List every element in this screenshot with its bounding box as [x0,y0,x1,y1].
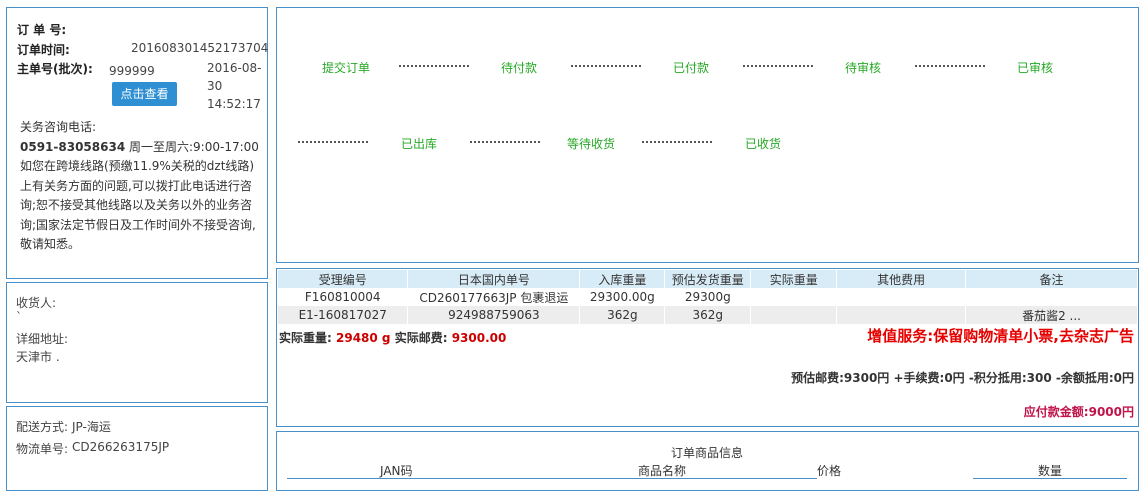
status-connector [743,65,813,67]
table-row: F160810004 CD260177663JP 包裹退运 29300.00g … [278,288,1138,306]
order-date-line3: 14:52:17 [207,97,261,111]
col-header-in-weight: 入库重量 [579,270,666,288]
amount-due-label: 应付款金额: [1023,405,1089,419]
order-status-flow: 提交订单 待付款 已付款 待审核 已审核 已出库 等待收货 已收货 [276,7,1139,263]
table-header-row: 受理编号 日本国内单号 入库重量 预估发货重量 实际重量 其他费用 备注 [278,270,1138,288]
status-step-received: 已收货 [745,137,782,151]
actual-weight-value: 29480 g [336,331,391,345]
shipping-method-value: JP-海运 [72,420,111,434]
order-info-panel: 订 单 号: 订单时间: 201608301452173704 主单号(批次):… [6,7,268,279]
actual-summary: 实际重量: 29480 g 实际邮费: 9300.00 [279,329,506,346]
order-date-line1: 2016-08- [207,61,262,75]
actual-postage-label: 实际邮费: [394,331,448,345]
col-header-remarks: 备注 [965,270,1138,288]
amount-due: 应付款金额:9000円 [1024,403,1134,420]
status-step-pending-review: 待审核 [845,61,882,75]
order-time-label: 订单时间: [17,43,70,57]
cell-remarks: 番茄酱2 ... [965,306,1138,324]
goods-divider [973,478,1127,479]
table-row: E1-160817027 924988759063 362g 362g 番茄酱2… [278,306,1138,324]
consult-hours: 周一至周六:9:00-17:00 [125,139,259,154]
col-header-jp-tracking: 日本国内单号 [407,270,581,288]
master-no-label: 主单号(批次): [17,62,93,76]
status-connector [642,141,712,143]
goods-header-qty: 数量 [1038,464,1063,478]
status-step-paid: 已付款 [673,61,710,75]
col-header-actual-weight: 实际重量 [750,270,838,288]
cell-est-weight: 29300g [664,288,752,306]
shipping-method-label: 配送方式: [16,420,69,434]
customs-consult-info: 关务咨询电话: 0591-83058634 周一至周六:9:00-17:00 如… [20,118,260,255]
goods-title: 订单商品信息 [670,446,743,460]
cell-other-fees [836,306,967,324]
fee-breakdown: 预估邮费:9300円 +手续费:0円 -积分抵用:300 -余额抵用:0円 [791,371,1134,385]
tracking-value: CD266263175JP [72,440,170,454]
actual-postage-value: 9300.00 [451,331,507,345]
tracking-label: 物流单号: [16,442,69,456]
consult-phone-line: 0591-83058634 周一至周六:9:00-17:00 [20,138,260,158]
cell-actual-weight [750,306,838,324]
cell-accept-no: F160810004 [278,288,409,306]
shipment-detail-panel: 受理编号 日本国内单号 入库重量 预估发货重量 实际重量 其他费用 备注 F16… [276,268,1139,427]
receiver-name-value: ` [16,310,22,324]
col-header-other-fees: 其他费用 [836,270,967,288]
status-step-pending-payment: 待付款 [501,61,538,75]
status-connector [298,141,368,143]
cell-accept-no: E1-160817027 [278,306,409,324]
consult-title: 关务咨询电话: [20,120,97,134]
goods-header-jan: JAN码 [380,464,413,478]
status-connector [399,65,469,67]
receiver-name-label: 收货人: [16,296,57,310]
goods-header-name: 商品名称 [638,464,687,478]
col-header-accept-no: 受理编号 [278,270,409,288]
consult-text: 如您在跨境线路(预缴11.9%关税的dzt线路)上有关务方面的问题,可以拨打此电… [20,159,256,251]
consult-phone: 0591-83058634 [20,139,126,154]
cell-in-weight: 362g [579,306,666,324]
order-time-value: 201608301452173704 [131,41,269,55]
status-connector [571,65,641,67]
value-added-service-banner: 增值服务:保留购物清单小票,去杂志广告 [867,327,1134,345]
receiver-panel: 收货人: ` 详细地址: 天津市 . [6,282,268,403]
cell-other-fees [836,288,967,306]
amount-due-value: 9000円 [1088,405,1134,419]
cell-jp-tracking: CD260177663JP 包裹退运 [407,288,581,306]
cell-jp-tracking: 924988759063 [407,306,581,324]
status-step-submit: 提交订单 [322,61,371,75]
status-connector [915,65,985,67]
status-step-reviewed: 已审核 [1017,61,1054,75]
view-button[interactable]: 点击查看 [112,82,177,106]
cell-remarks [965,288,1138,306]
col-header-est-weight: 预估发货重量 [664,270,752,288]
status-step-awaiting-receipt: 等待收货 [567,137,616,151]
order-goods-panel: 订单商品信息 JAN码 商品名称 价格 数量 [276,431,1139,491]
cell-in-weight: 29300.00g [579,288,666,306]
shipment-table: 受理编号 日本国内单号 入库重量 预估发货重量 实际重量 其他费用 备注 F16… [278,270,1138,324]
address-value: 天津市 . [16,350,60,364]
master-no-value: 999999 [109,64,155,78]
actual-weight-label: 实际重量: [279,331,332,345]
order-date-line2: 30 [207,79,223,93]
shipping-panel: 配送方式: JP-海运 物流单号: CD266263175JP [6,406,268,491]
cell-actual-weight [750,288,838,306]
cell-est-weight: 362g [664,306,752,324]
status-step-shipped-out: 已出库 [401,137,438,151]
goods-divider [287,478,817,479]
order-no-label: 订 单 号: [17,23,67,37]
status-connector [470,141,540,143]
address-label: 详细地址: [16,332,69,346]
goods-header-price: 价格 [817,464,842,478]
